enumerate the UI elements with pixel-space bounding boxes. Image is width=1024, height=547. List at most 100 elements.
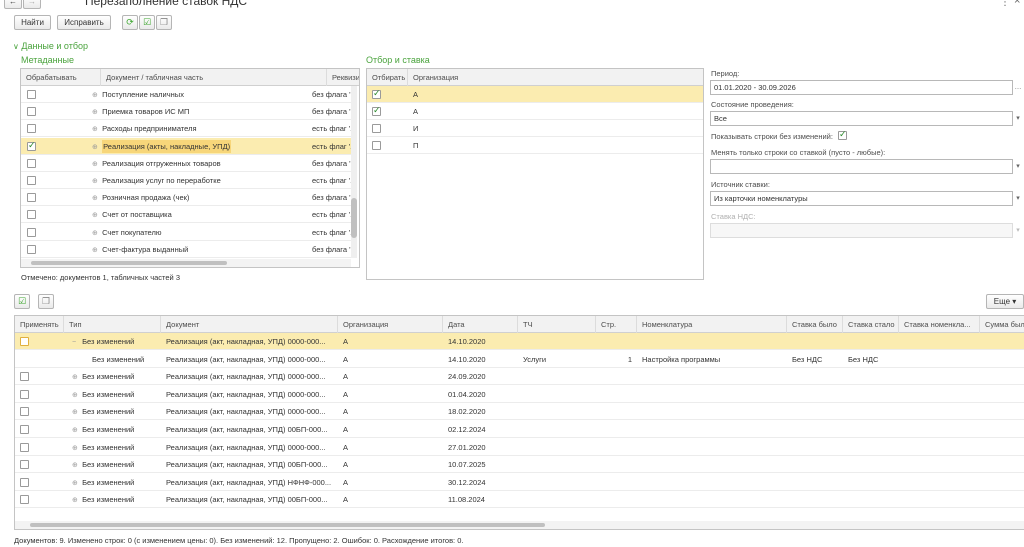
result-row[interactable]: ⊕ Без изменений Реализация (акт, накладна… [15,456,1024,474]
process-checkbox[interactable] [27,90,36,99]
col-organization[interactable]: Организация [408,69,703,86]
state-dropdown-icon[interactable]: ▾ [1012,111,1024,126]
metadata-row[interactable]: ⊕ Приемка товаров ИС МПбез флага '... [21,103,352,121]
close-icon[interactable]: × [1014,0,1020,7]
more-button[interactable]: Еще ▾ [986,294,1024,309]
process-checkbox[interactable] [27,193,36,203]
expand-icon[interactable]: ⊕ [72,422,80,438]
filter-row[interactable]: А [367,86,703,103]
data-section-title[interactable]: ∨ Данные и отбор [13,41,88,51]
period-select-button[interactable]: … [1012,80,1024,95]
result-row[interactable]: ⊕ Без изменений Реализация (акт, накладна… [15,491,1024,509]
process-checkbox[interactable] [27,140,36,151]
result-row[interactable]: ⊕ Без изменений Реализация (акт, накладна… [15,386,1024,403]
check-all-icon[interactable]: ☑ [139,15,155,30]
only-rate-field[interactable] [710,159,1013,174]
refresh-icon[interactable]: ⟳ [122,15,138,30]
metadata-row[interactable]: ⊕ Счет-фактура выданныйбез флага '... [21,241,352,258]
col-select[interactable]: Отбирать [367,69,408,86]
metadata-row[interactable]: ⊕ Счет от поставщикаесть флаг '... [21,206,352,224]
result-row[interactable]: ⊕ Без изменений Реализация (акт, накладна… [15,368,1024,386]
only-rate-dropdown-icon[interactable]: ▾ [1012,159,1024,174]
metadata-hscroll[interactable] [21,259,351,267]
expand-icon[interactable]: ⊕ [92,139,100,155]
expand-icon[interactable]: ⊕ [92,225,100,241]
col-date[interactable]: Дата [443,316,518,333]
expand-icon[interactable]: ⊕ [92,173,100,189]
apply-checkbox[interactable] [20,372,29,382]
col-sum[interactable]: Сумма был [980,316,1024,333]
col-process[interactable]: Обрабатывать [21,69,101,86]
expand-icon[interactable]: − [72,334,80,350]
process-checkbox[interactable] [27,107,36,117]
result-row[interactable]: ⊕ Без изменений Реализация (акт, накладна… [15,403,1024,421]
expand-icon[interactable]: ⊕ [92,87,100,103]
result-row[interactable]: ⊕ Без изменений Реализация (акт, накладна… [15,439,1024,456]
more-menu-icon[interactable]: ⋮ [1000,0,1010,8]
back-button[interactable]: ← [4,0,22,9]
process-checkbox[interactable] [27,244,36,254]
filter-row[interactable]: И [367,120,703,137]
expand-icon[interactable]: ⊕ [92,207,100,223]
process-checkbox[interactable] [27,227,36,237]
results-uncheck-all-icon[interactable]: ❐ [38,294,54,309]
result-row[interactable]: ⊕ Без изменений Реализация (акт, накладна… [15,474,1024,491]
source-dropdown-icon[interactable]: ▾ [1012,191,1024,206]
expand-icon[interactable]: ⊕ [72,387,80,403]
metadata-row[interactable]: ⊕ Расходы предпринимателяесть флаг '... [21,120,352,138]
result-row[interactable]: ⊕ Без изменений Реализация (акт, накладна… [15,421,1024,438]
metadata-vscroll[interactable] [351,86,357,258]
expand-icon[interactable]: ⊕ [92,156,100,172]
expand-icon[interactable]: ⊕ [92,104,100,120]
expand-icon[interactable]: ⊕ [72,475,80,491]
apply-checkbox[interactable] [20,495,29,505]
metadata-row[interactable]: ⊕ Поступление наличныхбез флага '... [21,86,352,103]
expand-icon[interactable]: ⊕ [92,242,100,258]
forward-button[interactable]: → [23,0,41,9]
show-unchanged-checkbox[interactable] [838,129,847,140]
uncheck-all-icon[interactable]: ❐ [156,15,172,30]
expand-icon[interactable]: ⊕ [72,404,80,420]
process-checkbox[interactable] [27,124,36,134]
select-checkbox[interactable] [372,88,381,99]
col-apply[interactable]: Применять [15,316,64,333]
fix-button[interactable]: Исправить [57,15,111,30]
state-field[interactable]: Все [710,111,1013,126]
metadata-row[interactable]: ⊕ Счет покупателюесть флаг '... [21,224,352,241]
process-checkbox[interactable] [27,210,36,220]
select-checkbox[interactable] [372,105,381,116]
find-button[interactable]: Найти [14,15,51,30]
metadata-row[interactable]: ⊕ Реализация услуг по переработке есть фл… [21,172,352,189]
expand-icon[interactable]: ⊕ [72,492,80,508]
expand-icon[interactable]: ⊕ [72,440,80,456]
filter-row[interactable]: П [367,137,703,154]
apply-checkbox[interactable] [20,389,29,399]
col-requisites[interactable]: Реквизиты [327,69,359,86]
apply-checkbox[interactable] [20,407,29,417]
apply-checkbox[interactable] [20,477,29,487]
apply-checkbox[interactable] [20,425,29,434]
col-type[interactable]: Тип [64,316,161,333]
result-row[interactable]: Без изменений Реализация (акт, накладная,… [15,351,1024,368]
col-now[interactable]: Ставка стало [843,316,899,333]
result-row[interactable]: − Без изменений Реализация (акт, накладна… [15,333,1024,350]
apply-checkbox[interactable] [20,442,29,452]
process-checkbox[interactable] [27,176,36,185]
metadata-row[interactable]: ⊕ Розничная продажа (чек)без флага '... [21,189,352,207]
select-checkbox[interactable] [372,124,381,133]
select-checkbox[interactable] [372,141,381,150]
col-doc[interactable]: Документ [161,316,338,333]
col-nomrate[interactable]: Ставка номенкла... [899,316,980,333]
source-field[interactable]: Из карточки номенклатуры [710,191,1013,206]
results-hscroll[interactable] [15,521,1024,529]
expand-icon[interactable]: ⊕ [92,121,100,137]
col-line[interactable]: Стр. [596,316,637,333]
apply-checkbox[interactable] [20,460,29,470]
results-check-all-icon[interactable]: ☑ [14,294,30,309]
filter-row[interactable]: А [367,103,703,120]
col-document[interactable]: Документ / табличная часть [101,69,327,86]
col-was[interactable]: Ставка было [787,316,843,333]
expand-icon[interactable]: ⊕ [72,369,80,385]
col-tch[interactable]: ТЧ [518,316,596,333]
apply-checkbox[interactable] [20,337,29,346]
